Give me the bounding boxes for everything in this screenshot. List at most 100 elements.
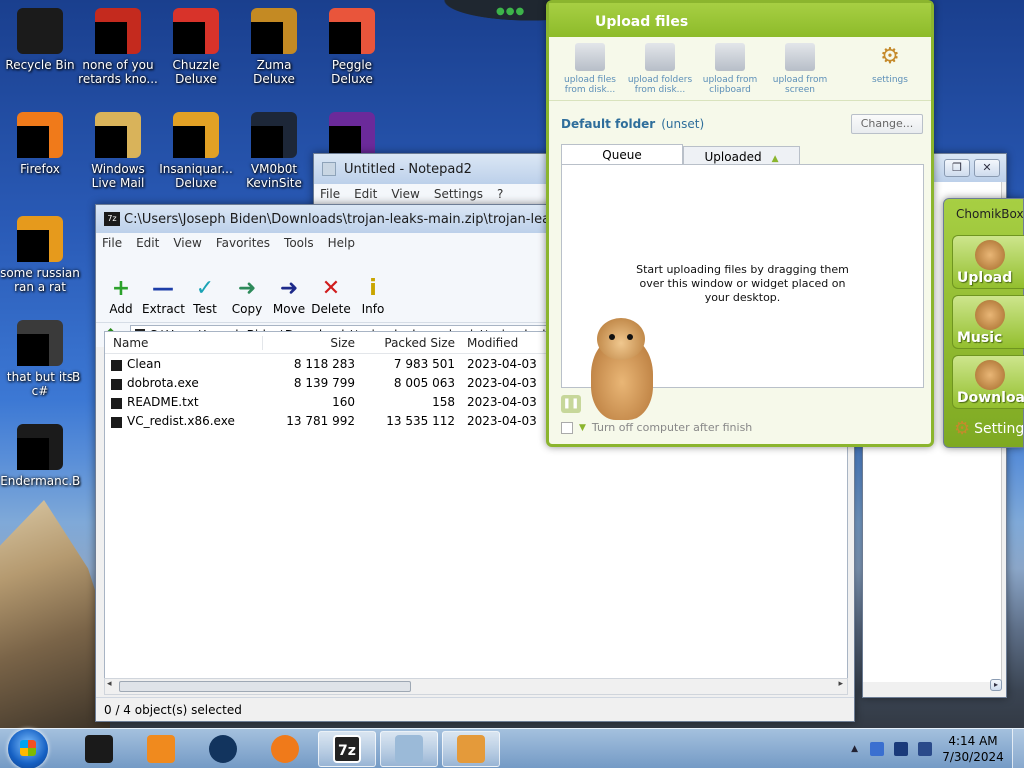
upload-tool-label: upload from screen — [772, 75, 828, 95]
desktop-icon-label: some russian ran a rat — [0, 266, 80, 294]
menu-item[interactable]: Settings — [434, 187, 483, 201]
menu-item[interactable]: ? — [497, 187, 503, 201]
chomikbox-download-button[interactable]: Download — [952, 355, 1024, 409]
test-button[interactable]: ✓ Test — [184, 276, 226, 316]
close-icon[interactable]: ✕ — [974, 159, 1000, 177]
desktop-icon[interactable]: Peggle Deluxe — [312, 8, 392, 86]
copy-button[interactable]: ➜ Copy — [226, 276, 268, 316]
info-button[interactable]: i Info — [352, 276, 394, 316]
notepad-app-icon — [322, 162, 336, 176]
change-folder-button[interactable]: Change... — [851, 114, 923, 134]
column-packed-size[interactable]: Packed Size — [361, 336, 461, 350]
scrollbar-thumb[interactable] — [119, 681, 411, 692]
tab-queue[interactable]: Queue — [561, 144, 683, 165]
scroll-right-icon[interactable]: ▸ — [838, 679, 843, 689]
show-desktop-button[interactable] — [1012, 729, 1024, 768]
add-button[interactable]: + Add — [100, 276, 142, 316]
taskbar-app-globe[interactable] — [194, 731, 252, 767]
desktop-icon[interactable]: Chuzzle Deluxe — [156, 8, 236, 86]
default-folder-row: Default folder (unset) Change... — [561, 113, 923, 135]
desktop-icon-label: that but its c# — [6, 370, 74, 398]
column-modified[interactable]: Modified — [461, 336, 541, 350]
taskbar-app-dark[interactable] — [70, 731, 128, 767]
menu-item[interactable]: View — [173, 236, 201, 250]
upload-settings-button[interactable]: ⚙ settings — [855, 43, 925, 100]
extract-button[interactable]: — Extract — [142, 276, 185, 316]
chomikbox-music-button[interactable]: Music — [952, 295, 1024, 349]
menu-item[interactable]: File — [102, 236, 122, 250]
hamster-mascot-icon[interactable] — [583, 318, 657, 422]
toolbar-label: Delete — [311, 302, 351, 316]
desktop-icon[interactable]: Endermanc... — [0, 424, 80, 488]
clock[interactable]: 4:14 AM 7/30/2024 — [942, 733, 1004, 765]
horizontal-scrollbar[interactable]: ◂ ▸ — [104, 678, 848, 695]
volume-icon[interactable] — [918, 742, 932, 756]
chomikbox-upload-button[interactable]: Upload — [952, 235, 1024, 289]
taskbar-notepad-icon — [395, 734, 423, 763]
pause-icon[interactable]: ❚❚ — [561, 395, 581, 413]
upload-folders-button[interactable]: upload folders from disk... — [625, 43, 695, 100]
desktop-icon[interactable]: Recycle Bin — [0, 8, 80, 72]
desktop-icon-label: Zuma Deluxe — [253, 58, 295, 86]
redaction-box — [251, 126, 283, 158]
desktop-icon[interactable]: none of you retards kno... — [78, 8, 158, 86]
file-packed: 8 005 063 — [393, 375, 455, 390]
chomikbox-panel[interactable]: ChomikBox Upload Music Download ⚙ Settings — [943, 198, 1024, 448]
desktop-app-icon — [173, 8, 219, 54]
redaction-box — [17, 334, 49, 366]
column-name[interactable]: Name — [105, 335, 263, 350]
queue-empty-message: Start uploading files by dragging them o… — [636, 263, 849, 304]
upload-from-clipboard-button[interactable]: upload from clipboard — [695, 43, 765, 100]
toolbar-label: Move — [272, 302, 306, 316]
show-hidden-icons-icon[interactable]: ▲ — [851, 744, 858, 754]
taskbar-7zip-icon: 7z — [333, 734, 361, 763]
upload-from-screen-button[interactable]: upload from screen — [765, 43, 835, 100]
chomikbox-settings-button[interactable]: ⚙ Settings — [954, 418, 1024, 439]
desktop-icon[interactable]: some russian ran a rat — [0, 216, 80, 294]
taskbar-media-player[interactable] — [132, 731, 190, 767]
desktop-icon-label: Chuzzle Deluxe — [172, 58, 220, 86]
desktop-icon[interactable]: B — [72, 320, 96, 384]
upload-titlebar[interactable]: Upload files — [549, 3, 931, 37]
monitor-icon[interactable] — [894, 742, 908, 756]
redaction-box — [95, 126, 127, 158]
taskbar-7zip[interactable]: 7z — [318, 730, 376, 767]
hamster-icon — [975, 360, 1005, 390]
desktop-icon[interactable]: that but its c# — [0, 320, 80, 398]
column-size[interactable]: Size — [263, 336, 361, 350]
desktop-icon[interactable]: Insaniquar... Deluxe — [156, 112, 236, 190]
menu-item[interactable]: Tools — [284, 236, 314, 250]
desktop-icon[interactable]: B — [72, 424, 96, 488]
tray-app-icon[interactable] — [870, 742, 884, 756]
toolbar-label: Copy — [231, 302, 263, 316]
desktop-icon[interactable]: Firefox — [0, 112, 80, 176]
triangle-down-icon[interactable]: ▼ — [579, 423, 586, 433]
taskbar-chomikbox[interactable] — [442, 730, 500, 767]
menu-item[interactable]: Help — [328, 236, 355, 250]
desktop-icon-label: B — [72, 474, 81, 488]
turn-off-checkbox[interactable] — [561, 421, 573, 434]
chomikbox-settings-label: Settings — [974, 420, 1024, 437]
desktop-icon-label: Firefox — [20, 162, 60, 176]
delete-button[interactable]: ✕ Delete — [310, 276, 352, 316]
scroll-left-icon[interactable]: ◂ — [107, 679, 112, 689]
scroll-right-icon[interactable]: ▸ — [990, 679, 1002, 691]
menu-item[interactable]: Favorites — [216, 236, 270, 250]
upload-from-disk-button[interactable]: upload files from disk... — [555, 43, 625, 100]
taskbar-firefox[interactable] — [256, 731, 314, 767]
desktop-app-icon — [17, 424, 63, 470]
desktop-icon-label: VM0b0t KevinSite — [246, 162, 302, 190]
start-button[interactable] — [8, 728, 48, 768]
taskbar-notepad[interactable] — [380, 730, 438, 767]
restore-icon[interactable]: ❐ — [944, 159, 970, 177]
desktop-icon[interactable]: VM0b0t KevinSite — [234, 112, 314, 190]
gear-icon: ⚙ — [880, 44, 900, 69]
hamster-icon — [975, 300, 1005, 330]
menu-item[interactable]: Edit — [136, 236, 159, 250]
menu-item[interactable]: File — [320, 187, 340, 201]
menu-item[interactable]: View — [391, 187, 419, 201]
desktop-icon[interactable]: Windows Live Mail — [78, 112, 158, 190]
desktop-icon[interactable]: Zuma Deluxe — [234, 8, 314, 86]
menu-item[interactable]: Edit — [354, 187, 377, 201]
move-button[interactable]: ➜ Move — [268, 276, 310, 316]
